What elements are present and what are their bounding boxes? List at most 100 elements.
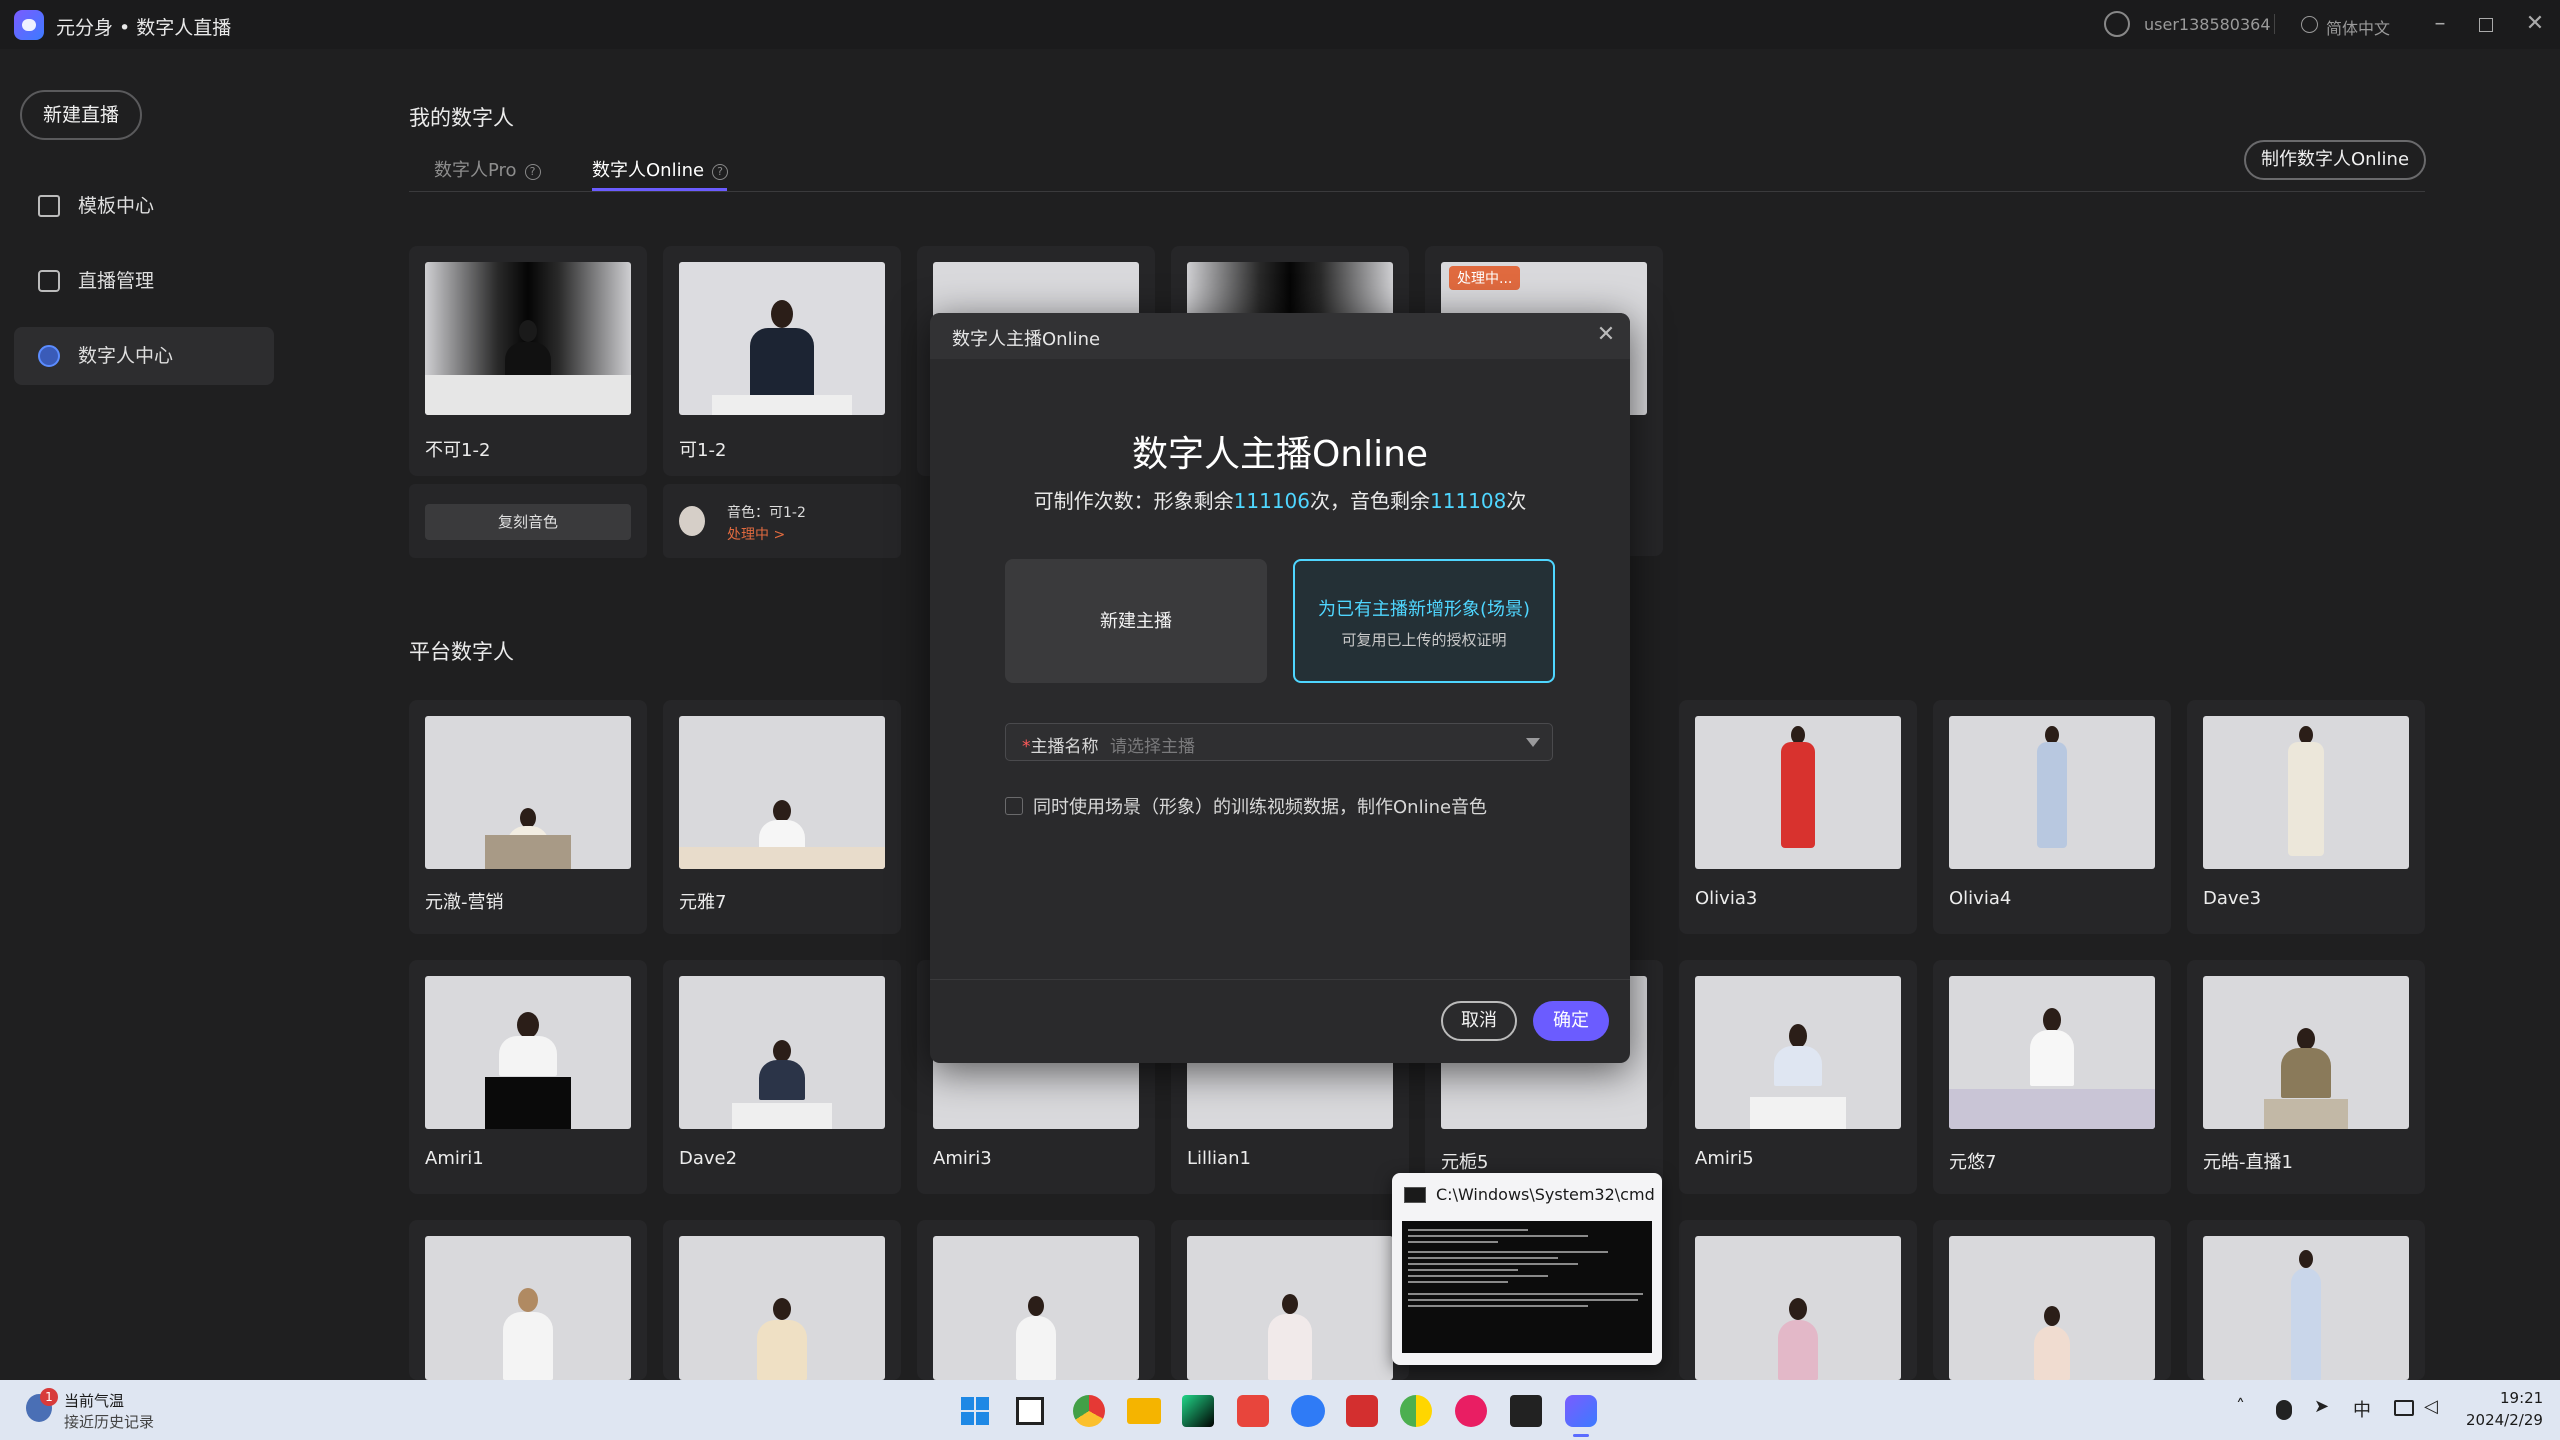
- qq-icon[interactable]: [2276, 1400, 2292, 1420]
- clock-date[interactable]: 2024/2/29: [2466, 1411, 2543, 1429]
- platform-card[interactable]: Amiri1: [409, 960, 647, 1194]
- app-logo-icon[interactable]: [1565, 1395, 1597, 1427]
- close-icon[interactable]: ✕: [1592, 321, 1620, 349]
- user-avatar-icon[interactable]: [2104, 11, 2130, 37]
- chat-app-icon[interactable]: [1291, 1395, 1325, 1427]
- digital-human-thumbnail: [2203, 1236, 2409, 1380]
- option-new-anchor[interactable]: 新建主播: [1005, 559, 1267, 683]
- tab-digital-human-pro[interactable]: 数字人Pro?: [434, 156, 541, 182]
- platform-card[interactable]: Dave2: [663, 960, 901, 1194]
- digital-human-thumbnail: [1695, 716, 1901, 869]
- option-add-scene[interactable]: 为已有主播新增形象(场景) 可复用已上传的授权证明: [1293, 559, 1555, 683]
- platform-card[interactable]: Amiri5: [1679, 960, 1917, 1194]
- anchor-name-select[interactable]: *主播名称 请选择主播: [1005, 723, 1553, 761]
- chrome-icon[interactable]: [1073, 1395, 1105, 1427]
- pycharm-icon[interactable]: [1182, 1395, 1214, 1427]
- sidebar-item-template-center[interactable]: 模板中心: [14, 177, 274, 235]
- app-logo-icon: [14, 10, 44, 40]
- card-name: Amiri1: [425, 1148, 484, 1169]
- platform-digital-humans-title: 平台数字人: [409, 640, 514, 664]
- app-star-icon[interactable]: [1346, 1395, 1378, 1427]
- card-name: Lillian1: [1187, 1148, 1251, 1169]
- card-name: 元澈-营销: [425, 892, 504, 913]
- weather-title[interactable]: 当前气温: [64, 1390, 124, 1411]
- voice-processing-link[interactable]: 处理中 >: [727, 524, 785, 544]
- globe-icon[interactable]: [2301, 16, 2318, 33]
- minimize-icon[interactable]: –: [2425, 9, 2455, 39]
- cmd-window-title: C:\Windows\System32\cmd....: [1436, 1185, 1656, 1204]
- tab-digital-human-online[interactable]: 数字人Online?: [592, 156, 729, 182]
- network-icon[interactable]: [2394, 1400, 2414, 1416]
- sidebar-item-label: 数字人中心: [78, 345, 174, 367]
- digital-human-card[interactable]: 可1-2: [663, 246, 901, 476]
- card-action-area: 复刻音色: [409, 484, 647, 558]
- platform-card[interactable]: [409, 1220, 647, 1380]
- platform-card[interactable]: [2187, 1220, 2425, 1380]
- clock-time[interactable]: 19:21: [2500, 1389, 2543, 1407]
- cmd-window-preview[interactable]: C:\Windows\System32\cmd....: [1392, 1173, 1662, 1365]
- option-sublabel: 可复用已上传的授权证明: [1341, 631, 1507, 649]
- digital-human-thumbnail: [679, 716, 885, 869]
- quota-suffix: 次: [1506, 489, 1527, 513]
- username[interactable]: user138580364: [2144, 15, 2271, 34]
- card-name: 不可1-2: [425, 440, 491, 461]
- close-window-icon[interactable]: ✕: [2520, 9, 2550, 39]
- help-icon[interactable]: ?: [712, 164, 729, 180]
- make-digital-human-online-button[interactable]: 制作数字人Online: [2244, 140, 2426, 180]
- card-name: 元悠7: [1949, 1152, 1997, 1173]
- help-icon[interactable]: ?: [524, 164, 541, 180]
- cmd-window-thumbnail: [1402, 1221, 1652, 1353]
- platform-card[interactable]: 元皓-直播1: [2187, 960, 2425, 1194]
- sidebar-item-digital-human-center[interactable]: 数字人中心: [14, 327, 274, 385]
- clone-voice-button[interactable]: 复刻音色: [425, 504, 631, 540]
- card-name: Dave2: [679, 1148, 738, 1169]
- weather-subtitle[interactable]: 接近历史记录: [64, 1411, 154, 1432]
- terminal-icon: [1404, 1187, 1426, 1203]
- volume-icon[interactable]: ◁: [2424, 1396, 2438, 1417]
- language-selector[interactable]: 简体中文: [2326, 15, 2390, 39]
- dialog-heading: 数字人主播Online: [1131, 434, 1429, 475]
- platform-card[interactable]: 元澈-营销: [409, 700, 647, 934]
- sidebar: [0, 49, 300, 1380]
- send-icon[interactable]: ➤: [2314, 1396, 2329, 1417]
- platform-card[interactable]: Dave3: [2187, 700, 2425, 934]
- cancel-button[interactable]: 取消: [1441, 1001, 1517, 1041]
- card-name: Amiri5: [1695, 1148, 1754, 1169]
- app-pink-icon[interactable]: [1455, 1395, 1487, 1427]
- platform-card[interactable]: [1171, 1220, 1409, 1380]
- digital-human-card[interactable]: 不可1-2: [409, 246, 647, 476]
- platform-card[interactable]: Olivia4: [1933, 700, 2171, 934]
- voice-status-area: 音色：可1-2 处理中 >: [663, 484, 901, 558]
- platform-card[interactable]: [1933, 1220, 2171, 1380]
- platform-card[interactable]: Olivia3: [1679, 700, 1917, 934]
- platform-card[interactable]: [663, 1220, 901, 1380]
- platform-card[interactable]: [917, 1220, 1155, 1380]
- card-name: Dave3: [2203, 888, 2262, 909]
- platform-card[interactable]: [1679, 1220, 1917, 1380]
- restore-icon[interactable]: [2479, 18, 2493, 32]
- checkbox-label[interactable]: 同时使用场景（形象）的训练视频数据，制作Online音色: [1033, 793, 1487, 819]
- windows-start-icon[interactable]: [961, 1397, 989, 1425]
- file-explorer-icon[interactable]: [1127, 1398, 1161, 1424]
- chevron-up-icon[interactable]: ˄: [2236, 1396, 2245, 1417]
- ime-indicator[interactable]: 中: [2353, 1396, 2371, 1422]
- terminal-icon[interactable]: [1510, 1395, 1542, 1427]
- platform-card[interactable]: 元悠7: [1933, 960, 2171, 1194]
- create-online-dialog: 数字人主播Online ✕ 数字人主播Online 可制作次数：形象剩余1111…: [930, 313, 1630, 1063]
- app-red-icon[interactable]: [1237, 1395, 1269, 1427]
- quota-mid: 次，音色剩余: [1310, 489, 1430, 513]
- sidebar-item-live-management[interactable]: 直播管理: [14, 252, 274, 310]
- image-remaining-count: 111106: [1233, 489, 1310, 513]
- digital-human-thumbnail: [1949, 976, 2155, 1129]
- voice-label: 音色：可1-2: [727, 505, 806, 521]
- anchor-placeholder: 请选择主播: [1110, 737, 1195, 757]
- card-name: Olivia4: [1949, 888, 2012, 909]
- app-multicolor-icon[interactable]: [1400, 1395, 1432, 1427]
- platform-card[interactable]: 元雅7: [663, 700, 901, 934]
- confirm-button[interactable]: 确定: [1533, 1001, 1609, 1041]
- use-training-video-checkbox[interactable]: [1005, 797, 1023, 815]
- task-view-icon[interactable]: [1016, 1397, 1044, 1425]
- my-digital-humans-title: 我的数字人: [409, 106, 514, 130]
- digital-human-thumbnail: [1695, 1236, 1901, 1380]
- new-live-button[interactable]: 新建直播: [20, 90, 142, 140]
